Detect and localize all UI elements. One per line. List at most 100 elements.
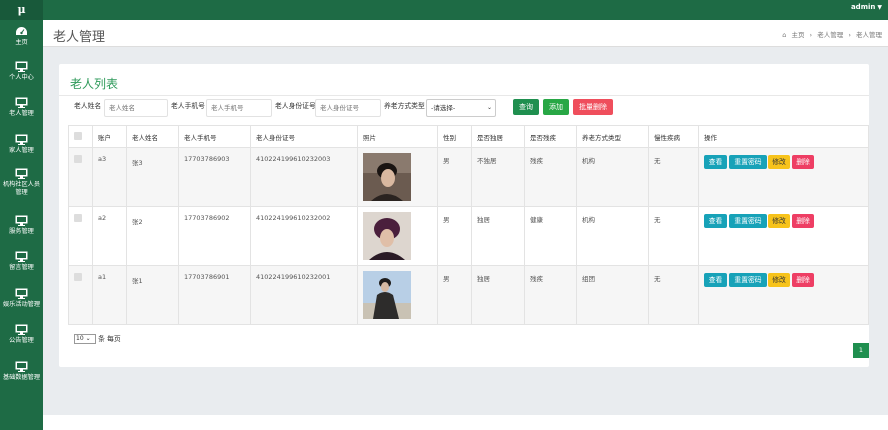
sidebar-item-announcements[interactable]: 公告管理 xyxy=(0,324,43,345)
monitor-icon xyxy=(15,97,28,108)
user-menu[interactable]: admin ▼ xyxy=(851,0,882,15)
user-name: admin xyxy=(850,3,876,11)
gender-cell: 男 xyxy=(437,206,472,266)
sidebar-item-label: 留言管理 xyxy=(9,264,34,271)
sidebar-item-label: 老人管理 xyxy=(9,110,34,117)
idcard-cell: 410224199610232002 xyxy=(250,206,358,266)
footer xyxy=(43,415,888,430)
reset-password-button[interactable]: 重置密码 xyxy=(729,155,767,169)
chevron-down-icon: ⌄ xyxy=(85,335,91,342)
column-header[interactable]: 照片 xyxy=(357,125,438,148)
photo-cell xyxy=(357,206,438,266)
reset-password-button[interactable]: 重置密码 xyxy=(729,273,767,287)
row-checkbox[interactable] xyxy=(74,214,82,222)
elderly-photo[interactable] xyxy=(363,212,411,260)
column-header[interactable]: 老人手机号 xyxy=(178,125,251,148)
view-button[interactable]: 查看 xyxy=(704,214,727,228)
disabled-cell: 残疾 xyxy=(524,265,577,325)
elderly-photo[interactable] xyxy=(363,271,411,319)
breadcrumb-home[interactable]: 主页 xyxy=(791,31,804,39)
row-checkbox[interactable] xyxy=(74,155,82,163)
chevron-down-icon: ⌄ xyxy=(486,104,492,111)
sidebar-item-label: 家人管理 xyxy=(9,147,34,154)
sidebar-item-messages[interactable]: 留言管理 xyxy=(0,251,43,272)
delete-button[interactable]: 删除 xyxy=(792,214,814,228)
chronic-cell: 无 xyxy=(648,265,699,325)
sidebar-item-home[interactable]: 主页 xyxy=(0,26,43,47)
care-type-cell: 机构 xyxy=(576,206,649,266)
delete-button[interactable]: 删除 xyxy=(792,273,814,287)
view-button[interactable]: 查看 xyxy=(704,273,727,287)
phone-cell: 17703786903 xyxy=(178,147,251,207)
sidebar-item-label: 主页 xyxy=(15,39,28,46)
app-logo[interactable]: μ xyxy=(0,0,43,20)
column-header[interactable]: 慢性疾病 xyxy=(648,125,699,148)
alone-cell: 不独居 xyxy=(471,147,525,207)
search-button[interactable]: 查询 xyxy=(513,99,539,115)
elderly-photo[interactable] xyxy=(363,153,411,201)
care-type-filter-label: 养老方式类型 xyxy=(384,102,425,110)
page-size-suffix: 条 每页 xyxy=(98,335,121,343)
row-select-cell xyxy=(68,206,93,266)
page-header: 老人管理 ⌂ 主页 › 老人管理 › 老人管理 xyxy=(43,20,888,47)
table-row: a3 张3 17703786903 410224199610232003 男 不… xyxy=(68,147,869,207)
select-all-checkbox[interactable] xyxy=(74,131,82,140)
delete-button[interactable]: 删除 xyxy=(792,155,814,169)
alone-cell: 独居 xyxy=(471,265,525,325)
column-header[interactable]: 养老方式类型 xyxy=(576,125,649,148)
batch-delete-button[interactable]: 批量删除 xyxy=(573,99,613,115)
sidebar-item-profile[interactable]: 个人中心 xyxy=(0,61,43,82)
sidebar-item-basedata[interactable]: 基础数据管理 xyxy=(0,361,43,382)
id-filter-input[interactable] xyxy=(315,99,381,117)
dashboard-icon xyxy=(16,27,27,35)
page-number-current[interactable]: 1 xyxy=(853,343,869,358)
breadcrumb-section[interactable]: 老人管理 xyxy=(817,31,843,39)
sidebar-item-elderly[interactable]: 老人管理 xyxy=(0,97,43,118)
edit-button[interactable]: 修改 xyxy=(768,214,790,228)
column-header[interactable]: 是否独居 xyxy=(471,125,525,148)
account-cell: a1 xyxy=(92,265,127,325)
reset-password-button[interactable]: 重置密码 xyxy=(729,214,767,228)
monitor-icon xyxy=(15,324,28,335)
column-header[interactable]: 账户 xyxy=(92,125,127,148)
care-type-cell: 机构 xyxy=(576,147,649,207)
chronic-cell: 无 xyxy=(648,206,699,266)
care-type-selected: -请选择- xyxy=(431,104,456,112)
edit-button[interactable]: 修改 xyxy=(768,155,790,169)
sidebar-item-service[interactable]: 服务管理 xyxy=(0,215,43,236)
name-cell: 张1 xyxy=(126,265,179,325)
monitor-icon xyxy=(15,215,28,226)
idcard-cell: 410224199610232003 xyxy=(250,147,358,207)
column-header[interactable]: 性别 xyxy=(437,125,472,148)
breadcrumb-separator: › xyxy=(848,31,851,39)
name-filter-input[interactable] xyxy=(104,99,168,117)
edit-button[interactable]: 修改 xyxy=(768,273,790,287)
disabled-cell: 残疾 xyxy=(524,147,577,207)
gender-cell: 男 xyxy=(437,265,472,325)
column-header[interactable]: 老人姓名 xyxy=(126,125,179,148)
row-checkbox[interactable] xyxy=(74,273,82,281)
row-actions: 查看 重置密码 修改 删除 xyxy=(704,214,863,230)
column-header[interactable]: 是否残疾 xyxy=(524,125,577,148)
phone-filter-input[interactable] xyxy=(206,99,272,117)
row-select-cell xyxy=(68,147,93,207)
actions-cell: 查看 重置密码 修改 删除 xyxy=(698,147,869,207)
idcard-cell: 410224199610232001 xyxy=(250,265,358,325)
page-size-select[interactable]: 10 ⌄ xyxy=(74,334,96,344)
sidebar-item-staff[interactable]: 机构社区人员管理 xyxy=(0,168,43,197)
add-button[interactable]: 添加 xyxy=(543,99,569,115)
column-header[interactable]: 老人身份证号 xyxy=(250,125,358,148)
gender-cell: 男 xyxy=(437,147,472,207)
sidebar-item-activities[interactable]: 娱乐活动管理 xyxy=(0,288,43,309)
sidebar-item-family[interactable]: 家人管理 xyxy=(0,134,43,155)
top-bar: μ admin ▼ xyxy=(0,0,888,20)
select-all-cell xyxy=(68,125,93,148)
disabled-cell: 健康 xyxy=(524,206,577,266)
monitor-icon xyxy=(15,134,28,145)
view-button[interactable]: 查看 xyxy=(704,155,727,169)
account-cell: a3 xyxy=(92,147,127,207)
caret-down-icon: ▼ xyxy=(877,4,882,11)
id-filter-label: 老人身份证号 xyxy=(275,102,316,110)
breadcrumb-current: 老人管理 xyxy=(856,31,882,39)
care-type-select[interactable]: -请选择- ⌄ xyxy=(426,99,496,117)
